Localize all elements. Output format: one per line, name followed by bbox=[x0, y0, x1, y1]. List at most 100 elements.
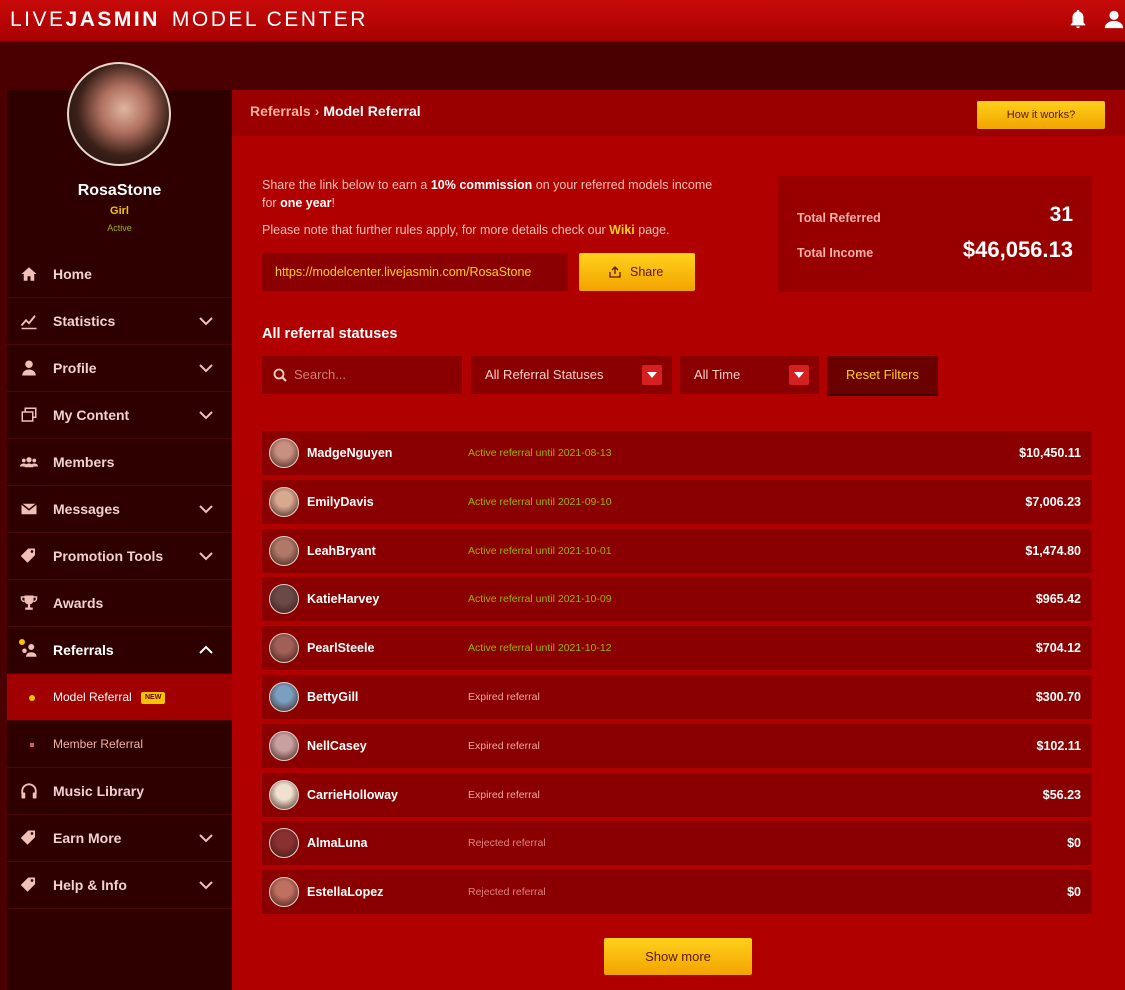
sidebar-item-home[interactable]: Home bbox=[7, 251, 232, 298]
search-input[interactable]: Search... bbox=[262, 356, 462, 394]
referral-status: Rejected referral bbox=[468, 886, 546, 899]
wiki-link[interactable]: Wiki bbox=[609, 223, 635, 237]
breadcrumb-parent[interactable]: Referrals bbox=[250, 103, 311, 119]
avatar[interactable] bbox=[269, 584, 299, 615]
tag-icon bbox=[20, 877, 35, 892]
section-title: All referral statuses bbox=[262, 326, 398, 342]
referral-name[interactable]: PearlSteele bbox=[307, 641, 374, 655]
total-income-value: $46,056.13 bbox=[962, 237, 1073, 262]
profile-status: Active bbox=[107, 223, 132, 233]
bell-icon[interactable] bbox=[1067, 8, 1089, 30]
share-button[interactable]: Share bbox=[579, 253, 695, 291]
sidebar-item-referrals[interactable]: Referrals bbox=[7, 627, 232, 674]
referral-amount: $56.23 bbox=[1042, 787, 1081, 802]
referral-name[interactable]: CarrieHolloway bbox=[307, 788, 398, 802]
avatar[interactable] bbox=[269, 877, 299, 908]
referral-amount: $300.70 bbox=[1035, 689, 1081, 704]
table-row[interactable]: AlmaLuna Rejected referral $0 bbox=[262, 821, 1092, 866]
avatar[interactable] bbox=[269, 438, 299, 468]
referral-amount: $965.42 bbox=[1035, 592, 1081, 607]
referral-amount: $102.11 bbox=[1036, 738, 1082, 753]
sidebar-item-help-info[interactable]: Help & Info bbox=[7, 862, 232, 909]
referral-name[interactable]: BettyGill bbox=[307, 690, 358, 704]
sidebar-item-promotion-tools[interactable]: Promotion Tools bbox=[7, 533, 232, 580]
home-icon bbox=[21, 267, 37, 281]
referral-name[interactable]: AlmaLuna bbox=[307, 836, 367, 850]
profile-photo bbox=[69, 64, 169, 164]
referral-name[interactable]: EstellaLopez bbox=[307, 885, 383, 899]
intro-paragraph-1: Share the link below to earn a 10% commi… bbox=[262, 176, 722, 212]
breadcrumb-current: Model Referral bbox=[323, 103, 421, 119]
sidebar-item-messages[interactable]: Messages bbox=[7, 486, 232, 533]
referral-status: Active referral until 2021-10-12 bbox=[468, 642, 612, 655]
reset-filters-button[interactable]: Reset Filters bbox=[827, 356, 938, 394]
avatar[interactable] bbox=[269, 633, 299, 664]
referral-status: Expired referral bbox=[468, 788, 540, 801]
sidebar-item-awards[interactable]: Awards bbox=[7, 580, 232, 627]
status-filter-select[interactable]: All Referral Statuses bbox=[471, 356, 672, 394]
avatar[interactable] bbox=[269, 828, 299, 859]
referral-status: Rejected referral bbox=[468, 837, 546, 850]
show-more-button[interactable]: Show more bbox=[604, 938, 752, 975]
total-referred-label: Total Referred bbox=[797, 211, 881, 225]
referral-status: Active referral until 2021-08-13 bbox=[468, 447, 612, 459]
avatar[interactable] bbox=[269, 681, 299, 712]
sidebar-item-my-content[interactable]: My Content bbox=[7, 392, 232, 439]
user-account-icon[interactable] bbox=[1103, 8, 1125, 30]
table-row[interactable]: PearlSteele Active referral until 2021-10… bbox=[262, 626, 1092, 671]
referral-people-icon bbox=[22, 644, 37, 657]
table-row[interactable]: LeahBryant Active referral until 2021-10-… bbox=[262, 528, 1092, 573]
group-icon bbox=[20, 457, 38, 468]
sidebar-subitem-member-referral[interactable]: Member Referral bbox=[7, 721, 232, 768]
avatar[interactable] bbox=[269, 779, 299, 810]
share-label: Share bbox=[630, 265, 664, 279]
person-icon bbox=[22, 360, 36, 376]
dropdown-toggle[interactable] bbox=[789, 365, 809, 385]
sidebar-item-statistics[interactable]: Statistics bbox=[7, 298, 232, 345]
sidebar-item-earn-more[interactable]: Earn More bbox=[7, 815, 232, 862]
referral-name[interactable]: KatieHarvey bbox=[307, 592, 379, 606]
chevron-down-icon bbox=[199, 834, 213, 843]
tag-icon bbox=[20, 548, 35, 563]
sidebar-item-profile[interactable]: Profile bbox=[7, 345, 232, 392]
active-dot bbox=[29, 695, 35, 701]
table-row[interactable]: EstellaLopez Rejected referral $0 bbox=[262, 870, 1092, 915]
app-logo[interactable]: LIVEJASMIN MODEL CENTER bbox=[10, 7, 368, 33]
referral-amount: $0 bbox=[1067, 885, 1081, 900]
table-row[interactable]: NellCasey Expired referral $102.11 bbox=[262, 723, 1092, 768]
table-row[interactable]: CarrieHolloway Expired referral $56.23 bbox=[262, 772, 1092, 817]
sidebar-item-label: My Content bbox=[53, 407, 130, 423]
logo-jasmin: JASMIN bbox=[65, 8, 160, 31]
table-row[interactable]: BettyGill Expired referral $300.70 bbox=[262, 674, 1092, 719]
profile-avatar[interactable] bbox=[67, 62, 171, 166]
intro-text-part: ! bbox=[331, 196, 335, 210]
referral-link-field[interactable]: https://modelcenter.livejasmin.com/RosaS… bbox=[262, 253, 568, 291]
duration-highlight: one year bbox=[280, 196, 332, 210]
sidebar-item-music-library[interactable]: Music Library bbox=[7, 768, 232, 815]
sidebar-item-members[interactable]: Members bbox=[7, 439, 232, 486]
referral-name[interactable]: NellCasey bbox=[307, 739, 367, 753]
main-content: Referrals › Model Referral How it works? S… bbox=[232, 90, 1125, 990]
sidebar-subitem-model-referral[interactable]: Model Referral NEW bbox=[7, 674, 232, 721]
referral-status: Active referral until 2021-10-09 bbox=[468, 593, 612, 606]
sidebar-item-label: Music Library bbox=[53, 783, 145, 799]
table-row[interactable]: EmilyDavis Active referral until 2021-09-… bbox=[262, 479, 1092, 524]
table-row[interactable]: MadgeNguyen Active referral until 2021-08… bbox=[262, 431, 1092, 475]
referral-name[interactable]: EmilyDavis bbox=[307, 495, 374, 509]
time-filter-select[interactable]: All Time bbox=[680, 356, 819, 394]
avatar[interactable] bbox=[269, 486, 299, 517]
intro-text-part: Share the link below to earn a bbox=[262, 178, 431, 192]
table-row[interactable]: KatieHarvey Active referral until 2021-10… bbox=[262, 577, 1092, 622]
dropdown-toggle[interactable] bbox=[642, 365, 662, 385]
total-referred-value: 31 bbox=[1049, 203, 1073, 226]
chart-line-icon bbox=[20, 315, 37, 330]
sidebar-item-label: Messages bbox=[53, 501, 120, 517]
avatar[interactable] bbox=[269, 535, 299, 566]
referral-amount: $7,006.23 bbox=[1025, 494, 1081, 509]
referral-name[interactable]: LeahBryant bbox=[307, 544, 376, 558]
avatar[interactable] bbox=[269, 730, 299, 761]
logo-model-center: MODEL CENTER bbox=[171, 8, 368, 31]
how-it-works-button[interactable]: How it works? bbox=[977, 101, 1105, 129]
referral-name[interactable]: MadgeNguyen bbox=[307, 446, 392, 460]
sidebar-nav: Home Statistics Profile My Content Membe… bbox=[7, 251, 232, 909]
